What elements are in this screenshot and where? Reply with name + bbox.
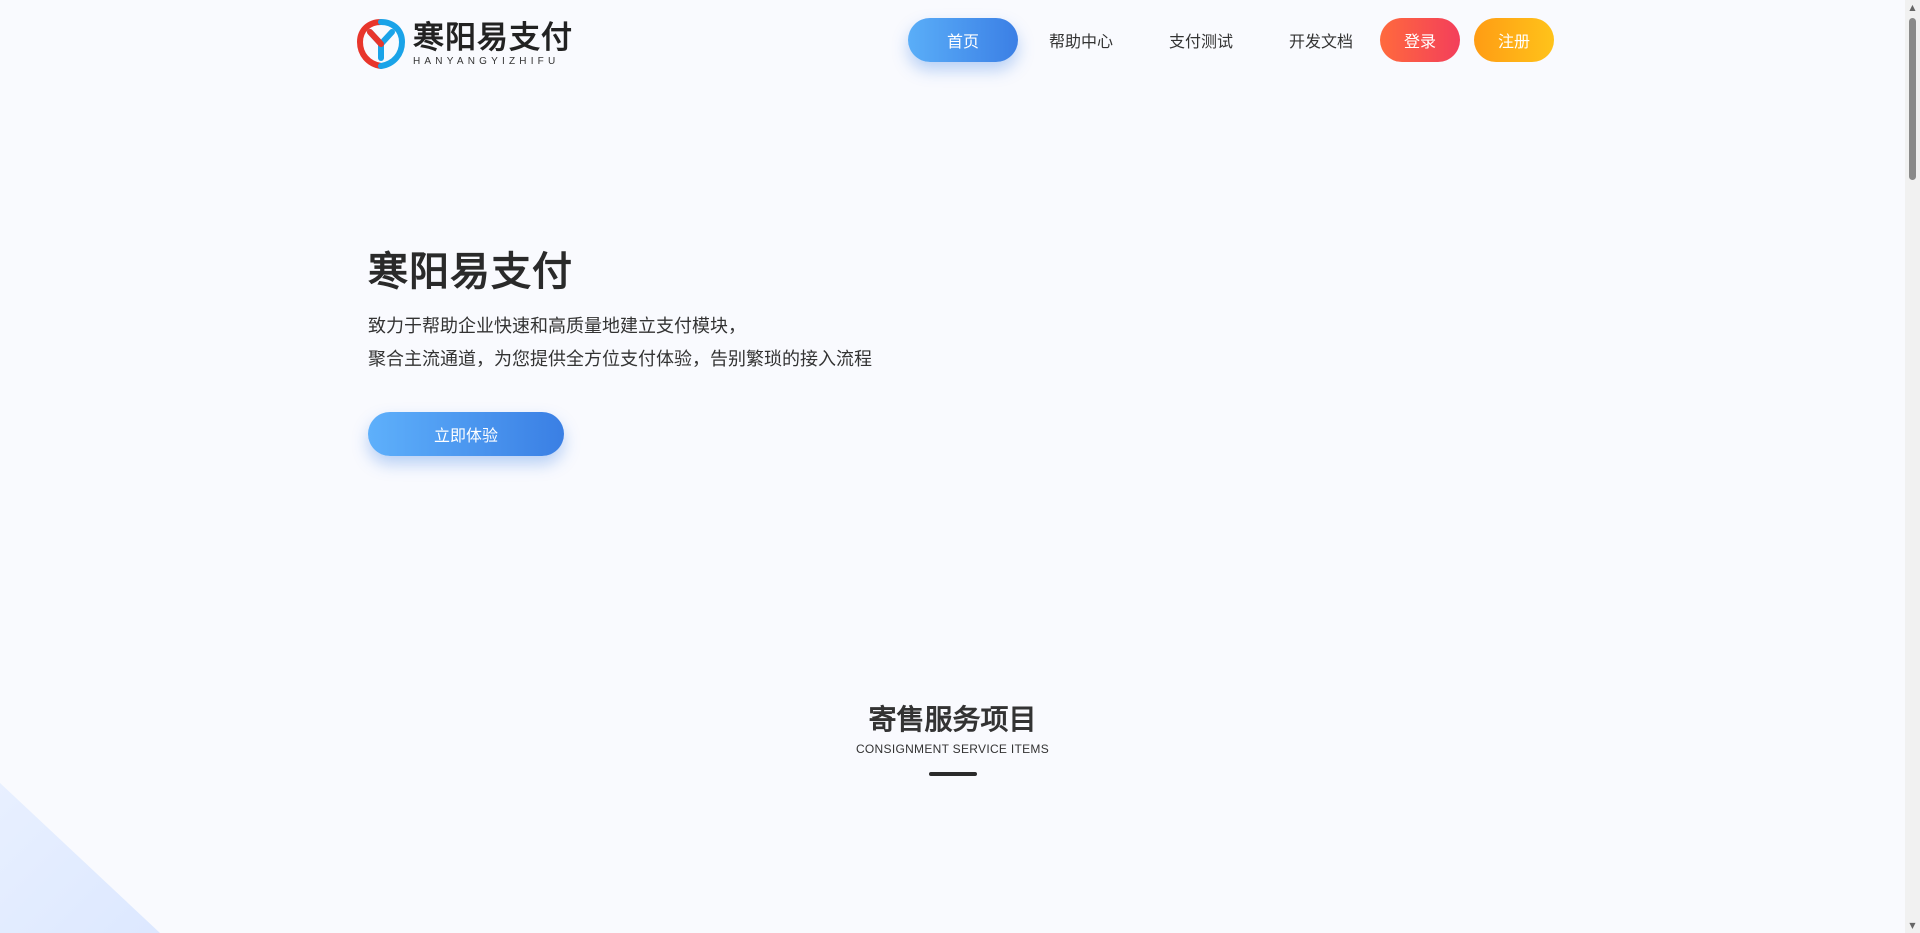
scroll-down-arrow-icon[interactable]: ▼ (1905, 918, 1920, 933)
site-logo[interactable]: 寒阳易支付 HANYANGYIZHIFU (355, 16, 573, 72)
page: 寒阳易支付 HANYANGYIZHIFU 首页 帮助中心 支付测试 开发文档 登… (0, 0, 1920, 933)
site-header: 寒阳易支付 HANYANGYIZHIFU 首页 帮助中心 支付测试 开发文档 登… (0, 0, 1905, 80)
corner-decoration (0, 783, 160, 933)
hero-desc-line-2: 聚合主流通道，为您提供全方位支付体验，告别繁琐的接入流程 (368, 349, 872, 370)
login-button[interactable]: 登录 (1380, 18, 1460, 62)
register-button[interactable]: 注册 (1474, 18, 1554, 62)
hero-section: 寒阳易支付 致力于帮助企业快速和高质量地建立支付模块， 聚合主流通道，为您提供全… (368, 246, 1068, 456)
nav-item-payment-test[interactable]: 支付测试 (1146, 18, 1256, 62)
hero-desc-line-1: 致力于帮助企业快速和高质量地建立支付模块， (368, 316, 746, 337)
try-now-button[interactable]: 立即体验 (368, 412, 564, 456)
scroll-up-arrow-icon[interactable]: ▲ (1905, 0, 1920, 15)
logo-name-en: HANYANGYIZHIFU (413, 56, 560, 67)
logo-name-cn: 寒阳易支付 (413, 20, 573, 56)
page-scrollbar[interactable]: ▲ ▼ (1905, 0, 1920, 933)
y-shield-logo-icon (356, 19, 406, 69)
nav-item-dev-docs[interactable]: 开发文档 (1266, 18, 1376, 62)
section-title: 寄售服务项目 (868, 703, 1037, 736)
hero-title: 寒阳易支付 (368, 249, 573, 295)
main-nav: 首页 帮助中心 支付测试 开发文档 登录 注册 (908, 18, 1554, 62)
hero-description: 致力于帮助企业快速和高质量地建立支付模块， 聚合主流通道，为您提供全方位支付体验… (368, 310, 1068, 376)
logo-text: 寒阳易支付 HANYANGYIZHIFU (413, 21, 573, 67)
section-divider (928, 772, 977, 776)
scrollbar-thumb[interactable] (1909, 18, 1916, 180)
section-subtitle: CONSIGNMENT SERVICE ITEMS (855, 742, 1050, 756)
consignment-section: 寄售服务项目 CONSIGNMENT SERVICE ITEMS (0, 700, 1905, 776)
nav-item-help-center[interactable]: 帮助中心 (1026, 18, 1136, 62)
nav-item-home[interactable]: 首页 (908, 18, 1018, 62)
